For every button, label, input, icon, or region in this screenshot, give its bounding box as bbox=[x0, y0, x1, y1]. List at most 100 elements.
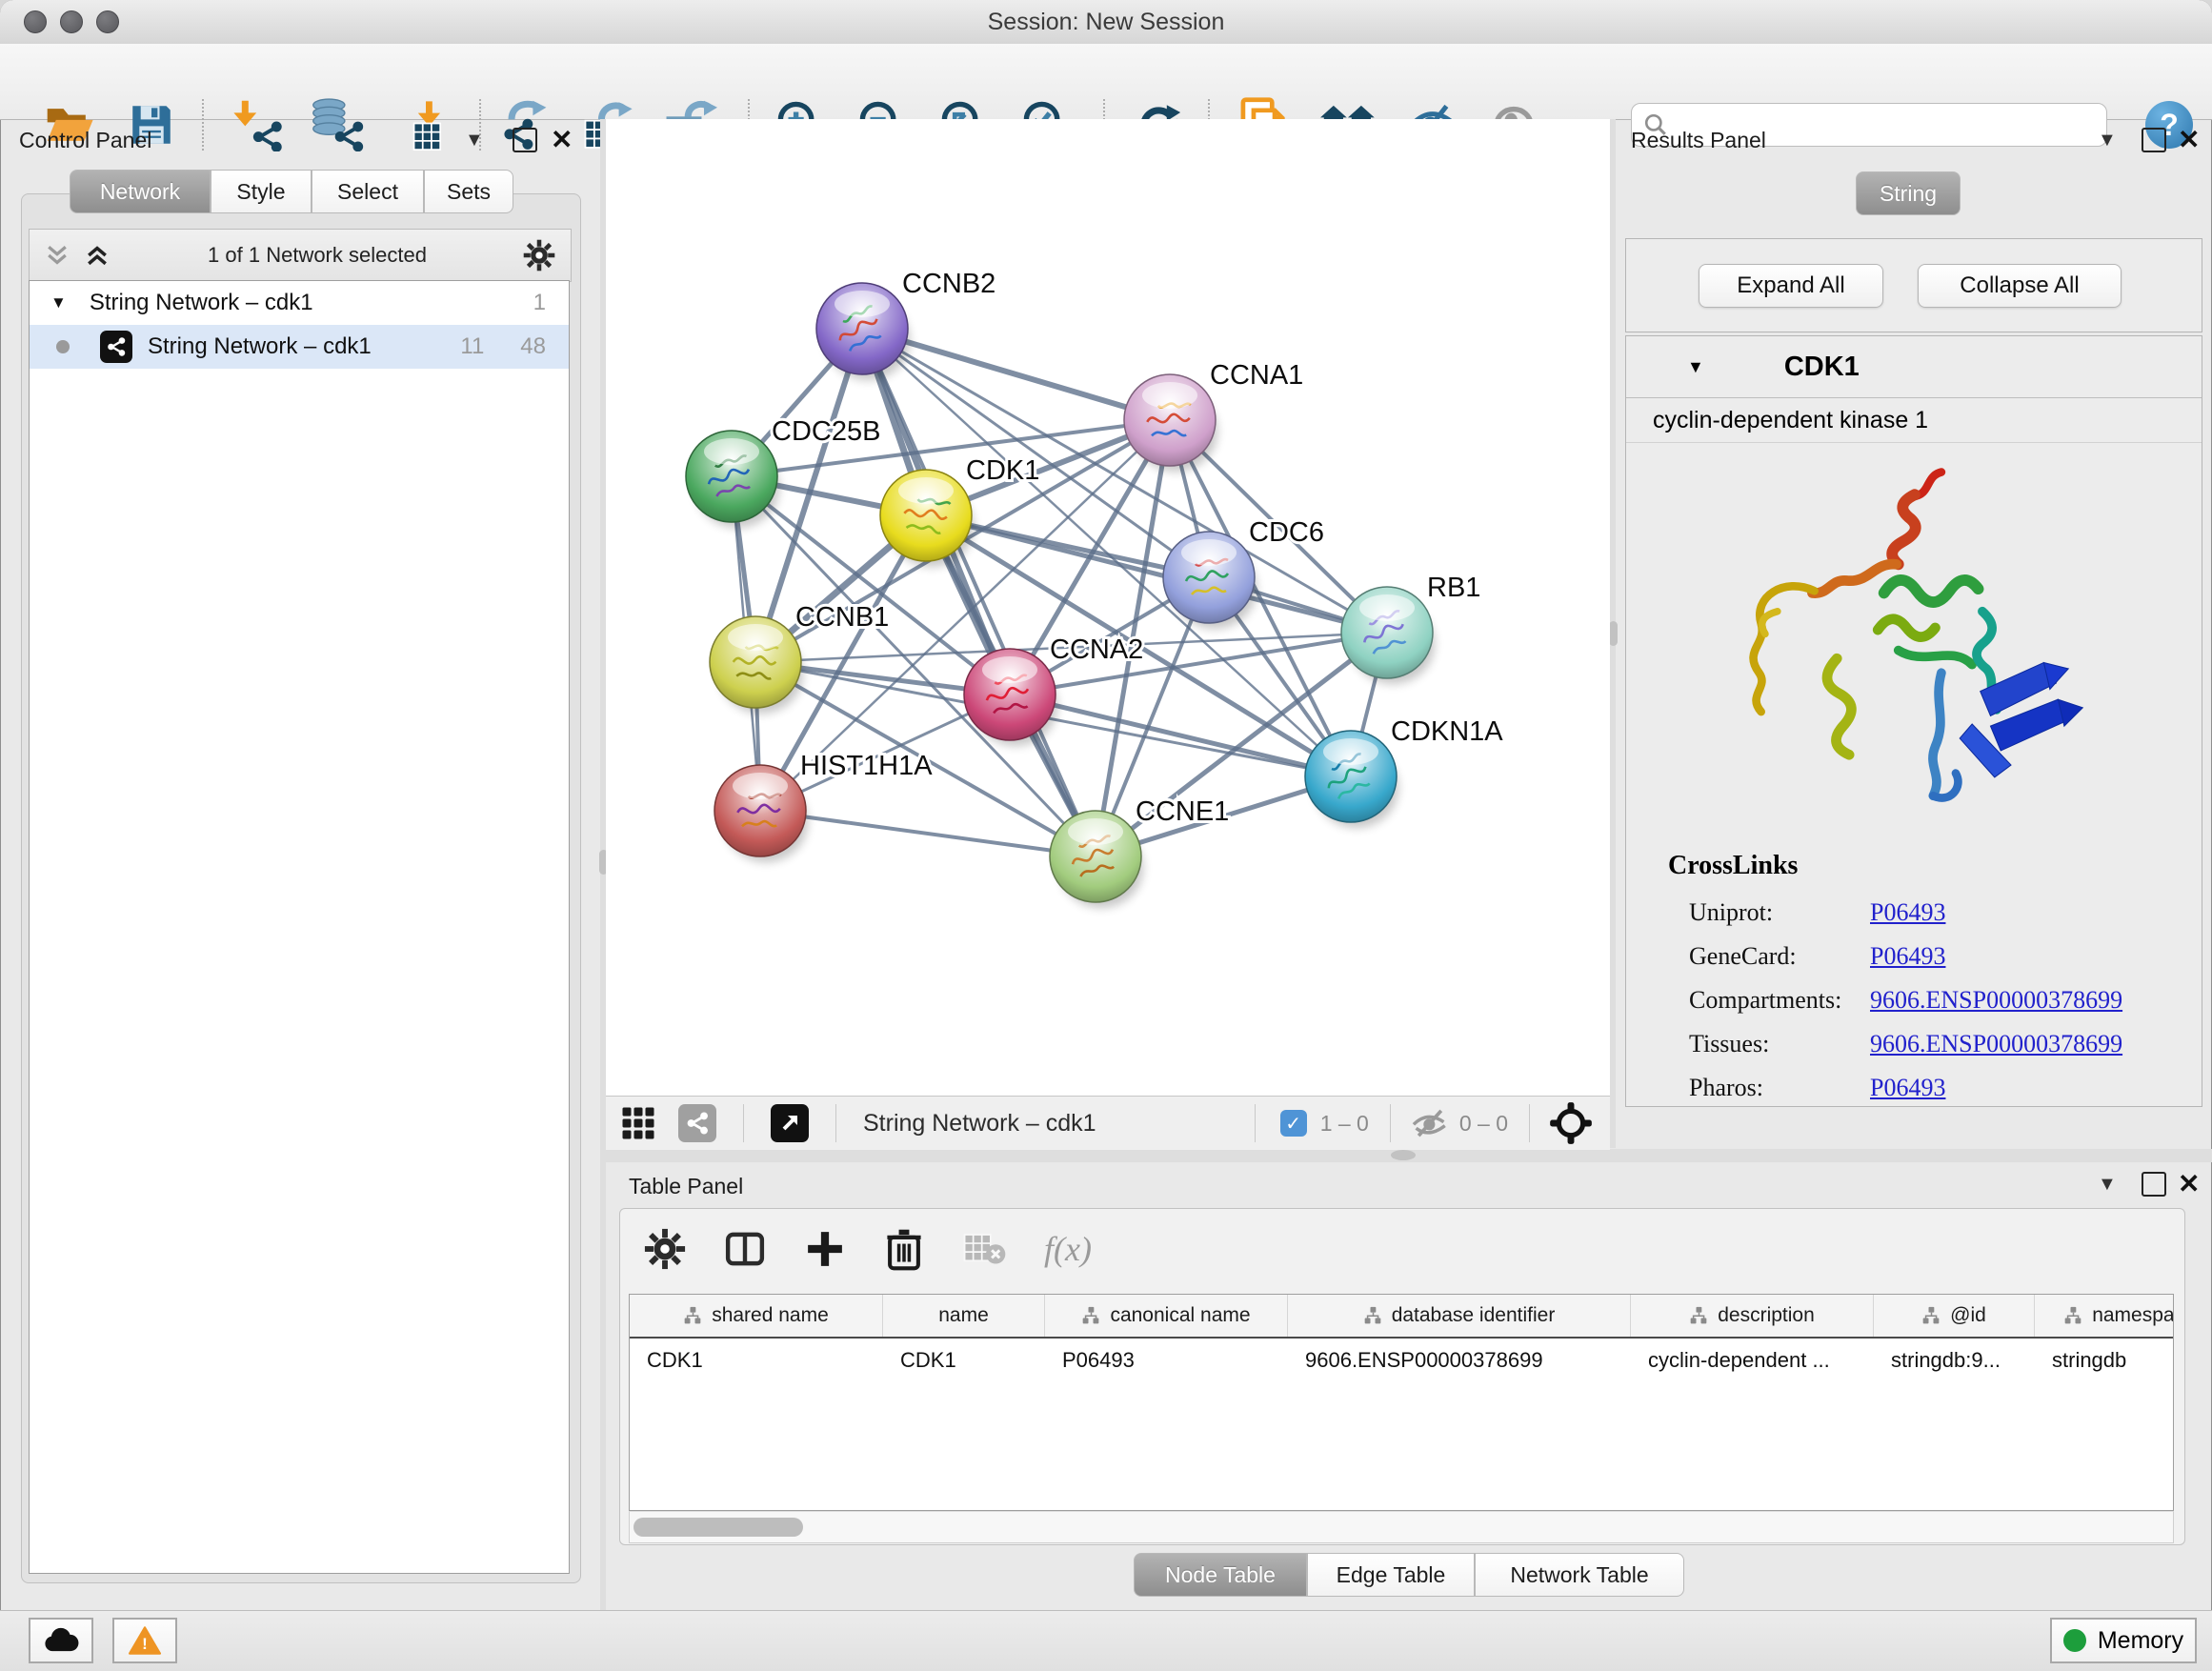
status-bar bbox=[0, 1610, 2212, 1671]
table-cell[interactable]: CDK1 bbox=[883, 1339, 1045, 1382]
network-node-CCNA1[interactable] bbox=[1124, 374, 1217, 472]
birds-eye-view-icon[interactable] bbox=[771, 1104, 809, 1142]
results-panel-collapse-icon[interactable]: ▼ bbox=[2098, 130, 2117, 151]
results-panel-close-icon[interactable]: ✕ bbox=[2178, 124, 2200, 155]
network-node-RB1[interactable] bbox=[1341, 587, 1435, 684]
gene-symbol: CDK1 bbox=[1784, 352, 1860, 383]
tab-edge-table[interactable]: Edge Table bbox=[1307, 1553, 1475, 1597]
column-header-namespace[interactable]: namespace bbox=[2035, 1295, 2174, 1337]
collapse-all-button[interactable]: Collapse All bbox=[1918, 264, 2122, 308]
network-collection-row[interactable]: ▼ String Network – cdk1 1 bbox=[30, 281, 569, 325]
crosslink-link[interactable]: P06493 bbox=[1870, 898, 1945, 927]
selected-nodes-checkbox[interactable]: ✓ bbox=[1280, 1110, 1307, 1137]
network-node-CDC25B[interactable] bbox=[686, 431, 779, 528]
import-network-file-icon[interactable] bbox=[231, 97, 287, 152]
network-edge-count: 48 bbox=[520, 333, 546, 360]
crosslink-label: Pharos: bbox=[1689, 1074, 1870, 1102]
crosslink-row: Tissues:9606.ENSP00000378699 bbox=[1689, 1022, 2202, 1066]
expand-all-button[interactable]: Expand All bbox=[1699, 264, 1883, 308]
tab-select[interactable]: Select bbox=[312, 170, 424, 213]
table-row[interactable]: CDK1CDK1P064939606.ENSP00000378699cyclin… bbox=[630, 1339, 2173, 1382]
cloud-icon bbox=[43, 1627, 79, 1654]
crosslink-link[interactable]: 9606.ENSP00000378699 bbox=[1870, 1030, 2122, 1058]
grid-view-icon[interactable] bbox=[621, 1106, 655, 1140]
network-share-view-icon[interactable] bbox=[678, 1104, 716, 1142]
gene-disclosure-icon[interactable]: ▼ bbox=[1687, 357, 1704, 377]
column-header-database-identifier[interactable]: database identifier bbox=[1288, 1295, 1631, 1337]
expand-all-icon[interactable] bbox=[83, 241, 111, 270]
show-columns-icon[interactable] bbox=[724, 1228, 766, 1270]
tree-column-icon bbox=[683, 1306, 702, 1325]
tab-sets[interactable]: Sets bbox=[424, 170, 513, 213]
table-cell[interactable]: 9606.ENSP00000378699 bbox=[1288, 1339, 1631, 1382]
network-node-CDC6[interactable] bbox=[1163, 532, 1257, 629]
column-header-description[interactable]: description bbox=[1631, 1295, 1874, 1337]
string-network-icon bbox=[100, 331, 132, 363]
memory-button[interactable]: Memory bbox=[2050, 1618, 2197, 1663]
node-label-CDC6: CDC6 bbox=[1249, 517, 1324, 548]
add-column-icon[interactable] bbox=[804, 1228, 846, 1270]
network-view[interactable]: CCNB2CCNA1CDC25BCDK1CDC6RB1CCNB1CCNA2CDK… bbox=[606, 119, 1610, 1096]
table-toolbar: f(x) bbox=[644, 1227, 1092, 1271]
network-node-CDKN1A[interactable] bbox=[1305, 731, 1398, 828]
tab-network[interactable]: Network bbox=[70, 170, 211, 213]
tab-style[interactable]: Style bbox=[211, 170, 312, 213]
warning-button[interactable]: ! bbox=[112, 1618, 177, 1663]
crosslink-link[interactable]: P06493 bbox=[1870, 1074, 1945, 1102]
control-panel-close-icon[interactable]: ✕ bbox=[551, 124, 573, 155]
bottom-splitter-handle[interactable] bbox=[1391, 1150, 1416, 1160]
crosslink-label: Tissues: bbox=[1689, 1030, 1870, 1058]
protein-structure-image bbox=[1683, 456, 2093, 828]
crosslink-label: GeneCard: bbox=[1689, 942, 1870, 971]
network-node-CDK1[interactable] bbox=[880, 470, 974, 567]
network-node-CCNA2[interactable] bbox=[964, 649, 1057, 746]
tab-network-table[interactable]: Network Table bbox=[1475, 1553, 1684, 1597]
network-edge-HIST1H1A-CCNE1 bbox=[760, 811, 1096, 856]
crosslink-link[interactable]: P06493 bbox=[1870, 942, 1945, 971]
import-network-database-icon[interactable] bbox=[311, 97, 366, 152]
collapse-all-icon[interactable] bbox=[43, 241, 71, 270]
results-panel-float-icon[interactable] bbox=[2142, 128, 2166, 152]
scrollbar-thumb[interactable] bbox=[633, 1518, 803, 1537]
center-view-crosshair-icon[interactable] bbox=[1549, 1101, 1593, 1145]
network-node-CCNE1[interactable] bbox=[1050, 811, 1143, 908]
crosslink-link[interactable]: 9606.ENSP00000378699 bbox=[1870, 986, 2122, 1015]
table-panel-collapse-icon[interactable]: ▼ bbox=[2098, 1174, 2117, 1196]
network-row[interactable]: String Network – cdk1 11 48 bbox=[30, 325, 569, 369]
network-canvas[interactable]: CCNB2CCNA1CDC25BCDK1CDC6RB1CCNB1CCNA2CDK… bbox=[606, 119, 1610, 1096]
column-header-shared-name[interactable]: shared name bbox=[630, 1295, 883, 1337]
disclosure-triangle-icon[interactable]: ▼ bbox=[50, 293, 67, 312]
tree-column-icon bbox=[2063, 1306, 2082, 1325]
network-node-HIST1H1A[interactable] bbox=[714, 765, 808, 862]
table-cell[interactable]: P06493 bbox=[1045, 1339, 1288, 1382]
column-header-canonical-name[interactable]: canonical name bbox=[1045, 1295, 1288, 1337]
collection-label: String Network – cdk1 bbox=[90, 290, 313, 316]
node-label-CCNB1: CCNB1 bbox=[795, 602, 889, 633]
table-cell[interactable]: stringdb:9... bbox=[1874, 1339, 2035, 1382]
network-node-CCNB1[interactable] bbox=[710, 616, 803, 714]
table-panel-close-icon[interactable]: ✕ bbox=[2178, 1168, 2200, 1199]
column-header-@id[interactable]: @id bbox=[1874, 1295, 2035, 1337]
network-tree: ▼ String Network – cdk1 1 String Network… bbox=[29, 280, 570, 1574]
table-cell[interactable]: stringdb bbox=[2035, 1339, 2174, 1382]
results-panel-title: Results Panel bbox=[1631, 128, 1766, 153]
import-table-icon[interactable] bbox=[398, 97, 453, 152]
network-label: String Network – cdk1 bbox=[148, 333, 372, 360]
table-horizontal-scrollbar[interactable] bbox=[629, 1511, 2174, 1543]
tab-node-table[interactable]: Node Table bbox=[1134, 1553, 1307, 1597]
right-splitter-handle[interactable] bbox=[1609, 621, 1618, 646]
table-settings-gear-icon[interactable] bbox=[644, 1228, 686, 1270]
title-bar: Session: New Session bbox=[0, 0, 2212, 45]
table-panel-float-icon[interactable] bbox=[2142, 1172, 2166, 1197]
control-panel-collapse-icon[interactable]: ▼ bbox=[465, 130, 484, 151]
gene-header-row[interactable]: ▼ CDK1 bbox=[1626, 336, 2202, 398]
node-label-CDK1: CDK1 bbox=[966, 455, 1039, 486]
delete-column-icon[interactable] bbox=[884, 1227, 924, 1271]
network-options-gear-icon[interactable] bbox=[523, 239, 555, 272]
control-panel-float-icon[interactable] bbox=[513, 128, 537, 152]
column-header-name[interactable]: name bbox=[883, 1295, 1045, 1337]
table-cell[interactable]: CDK1 bbox=[630, 1339, 883, 1382]
tab-string[interactable]: String bbox=[1856, 171, 1961, 215]
table-cell[interactable]: cyclin-dependent ... bbox=[1631, 1339, 1874, 1382]
cloud-button[interactable] bbox=[29, 1618, 93, 1663]
